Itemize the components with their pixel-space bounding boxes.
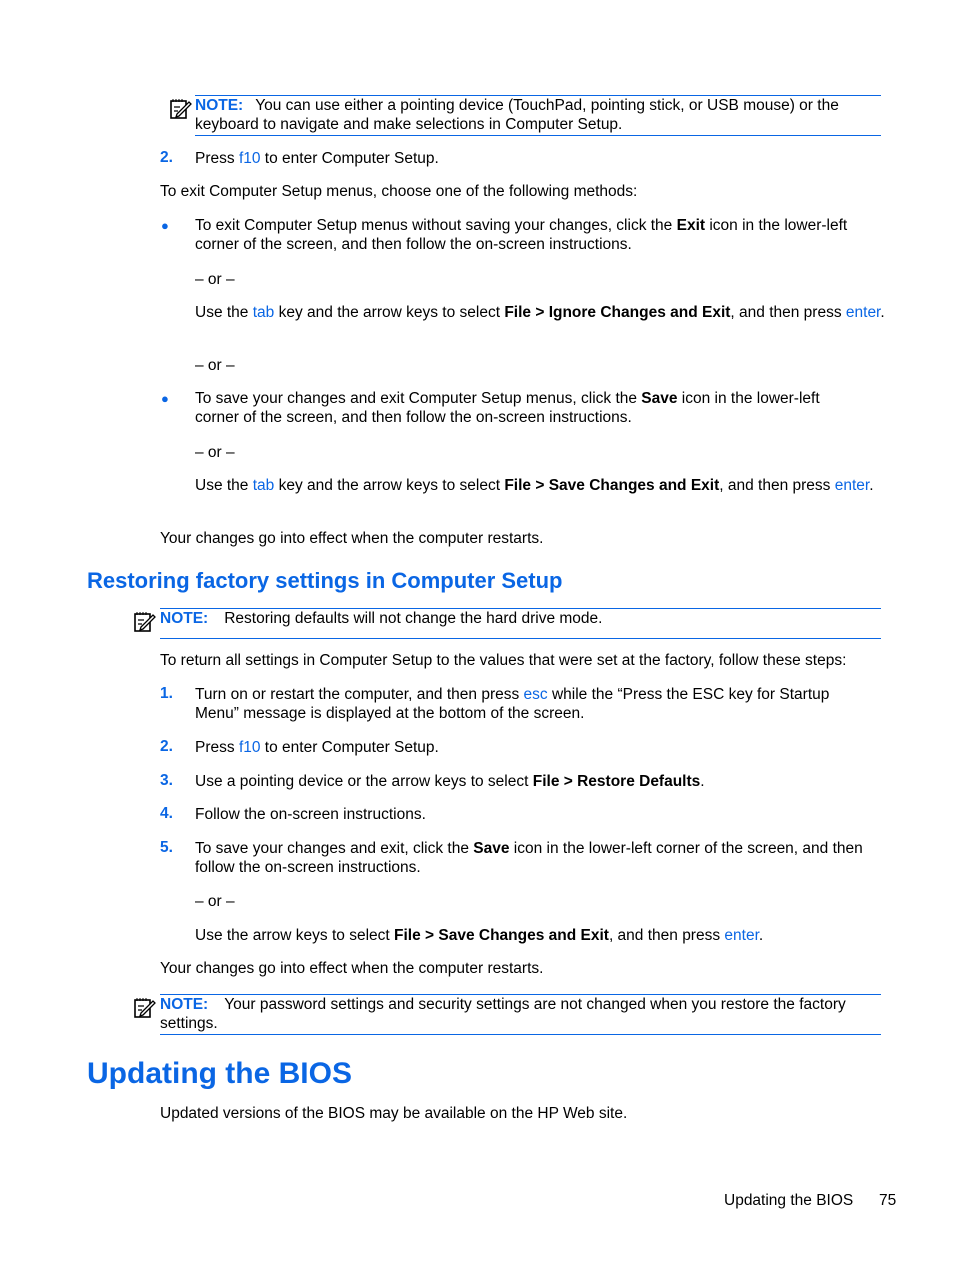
step-text: Turn on or restart the computer, and the… xyxy=(195,685,875,723)
text: To exit Computer Setup menus without sav… xyxy=(195,217,677,234)
note-icon xyxy=(134,997,156,1018)
bullet-text: To save your changes and exit Computer S… xyxy=(195,389,865,427)
note-box: NOTE: Restoring defaults will not change … xyxy=(160,608,881,639)
key-enter: enter xyxy=(724,927,759,944)
alt-instruction: Use the tab key and the arrow keys to se… xyxy=(195,303,885,322)
effect-text: Your changes go into effect when the com… xyxy=(160,960,544,977)
bullet-icon: ● xyxy=(161,218,169,233)
note-text: Restoring defaults will not change the h… xyxy=(224,610,603,627)
menu-path: File > Ignore Changes and Exit xyxy=(504,304,731,321)
note-label: NOTE: xyxy=(160,610,209,627)
text: , and then press xyxy=(730,304,846,321)
step-number: 5. xyxy=(160,839,173,856)
key-enter: enter xyxy=(845,304,881,321)
menu-path: File > Save Changes and Exit xyxy=(504,477,720,494)
step-number: 3. xyxy=(160,772,173,789)
note-label: NOTE: xyxy=(195,97,244,114)
or-separator: – or – xyxy=(195,444,235,461)
key-tab: tab xyxy=(252,304,275,321)
exit-intro: To exit Computer Setup menus, choose one… xyxy=(160,183,638,200)
text: To save your changes and exit Computer S… xyxy=(195,390,642,407)
bios-intro: Updated versions of the BIOS may be avai… xyxy=(160,1105,628,1122)
or-separator: – or – xyxy=(195,357,235,374)
step-text: Press f10 to enter Computer Setup. xyxy=(195,149,439,168)
bold-term: Exit xyxy=(676,217,706,234)
menu-path: File > Restore Defaults xyxy=(532,773,701,790)
text: Press xyxy=(195,150,239,167)
note-label: NOTE: xyxy=(160,996,209,1013)
text: Press xyxy=(195,739,239,756)
text: Use the arrow keys to select xyxy=(195,927,394,944)
note-icon xyxy=(170,98,192,119)
key-tab: tab xyxy=(252,477,275,494)
step-number: 4. xyxy=(160,805,173,822)
section-heading: Restoring factory settings in Computer S… xyxy=(87,568,563,593)
note-text: Your password settings and security sett… xyxy=(160,996,846,1032)
bullet-icon: ● xyxy=(161,391,169,406)
text: . xyxy=(880,304,885,321)
step-number: 2. xyxy=(160,738,173,755)
step-text: To save your changes and exit, click the… xyxy=(195,839,875,877)
chapter-heading: Updating the BIOS xyxy=(87,1057,352,1090)
text: . xyxy=(869,477,874,494)
text: To save your changes and exit, click the xyxy=(195,840,474,857)
alt-instruction: Use the tab key and the arrow keys to se… xyxy=(195,476,875,495)
text: , and then press xyxy=(719,477,835,494)
step-text: Press f10 to enter Computer Setup. xyxy=(195,738,439,757)
text: , and then press xyxy=(608,927,725,944)
text: Use a pointing device or the arrow keys … xyxy=(195,773,533,790)
text: Use the xyxy=(195,477,253,494)
note-box: NOTE: You can use either a pointing devic… xyxy=(195,95,881,136)
step-number: 1. xyxy=(160,685,173,702)
text: Use the xyxy=(195,304,253,321)
alt-instruction: Use the arrow keys to select File > Save… xyxy=(195,926,763,945)
bold-term: Save xyxy=(473,840,510,857)
key-esc: esc xyxy=(523,686,548,703)
restore-intro: To return all settings in Computer Setup… xyxy=(160,652,847,669)
key-f10: f10 xyxy=(238,150,261,167)
bullet-text: To exit Computer Setup menus without sav… xyxy=(195,216,885,254)
text: . xyxy=(700,773,705,790)
page-number: 75 xyxy=(879,1192,897,1209)
text: key and the arrow keys to select xyxy=(274,304,505,321)
note-box: NOTE: Your password settings and security… xyxy=(160,994,881,1035)
text: to enter Computer Setup. xyxy=(260,150,439,167)
note-text: You can use either a pointing device (To… xyxy=(195,97,839,133)
step-text: Use a pointing device or the arrow keys … xyxy=(195,772,705,791)
or-separator: – or – xyxy=(195,893,235,910)
text: key and the arrow keys to select xyxy=(274,477,505,494)
note-icon xyxy=(134,611,156,632)
key-f10: f10 xyxy=(238,739,261,756)
text: Turn on or restart the computer, and the… xyxy=(195,686,524,703)
or-separator: – or – xyxy=(195,271,235,288)
step-text: Follow the on-screen instructions. xyxy=(195,806,426,823)
bold-term: Save xyxy=(641,390,678,407)
text: to enter Computer Setup. xyxy=(260,739,439,756)
step-number: 2. xyxy=(160,149,173,166)
effect-text: Your changes go into effect when the com… xyxy=(160,530,544,547)
key-enter: enter xyxy=(834,477,870,494)
footer-section: Updating the BIOS xyxy=(724,1192,854,1209)
menu-path: File > Save Changes and Exit xyxy=(394,927,609,944)
text: . xyxy=(758,927,764,944)
